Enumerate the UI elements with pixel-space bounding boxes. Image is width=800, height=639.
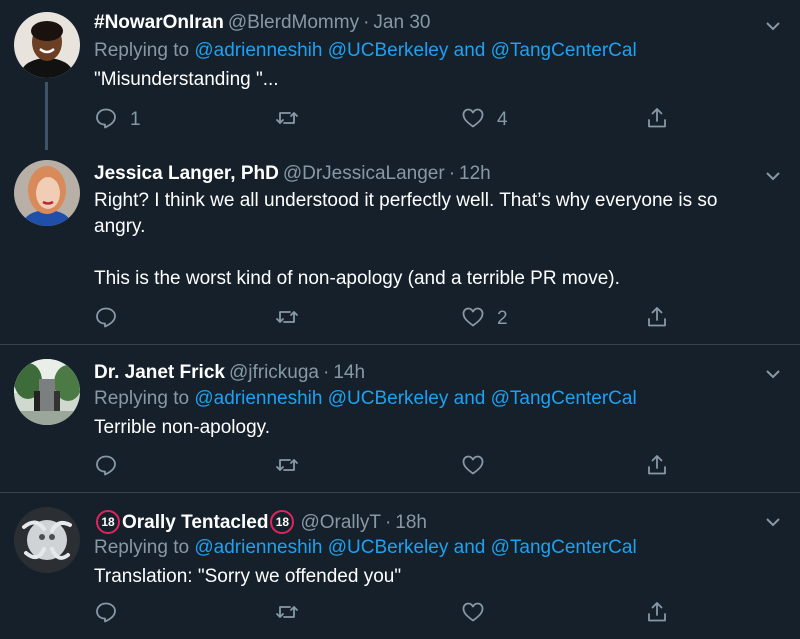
tweet-text: Terrible non-apology. (94, 417, 271, 438)
replying-label: Replying to (94, 388, 190, 409)
tweet-header: Dr. Janet Frick @jfrickuga · 14h (94, 362, 365, 384)
mention-link[interactable]: @UCBerkeley (328, 40, 449, 61)
display-name[interactable]: #NowarOnIran (94, 12, 224, 33)
display-name[interactable]: Dr. Janet Frick (94, 362, 225, 383)
separator: · (363, 12, 370, 33)
reply-icon (94, 305, 118, 334)
mention-link[interactable]: @TangCenterCal (491, 537, 637, 558)
chevron-down-icon[interactable] (764, 17, 782, 35)
tweet[interactable]: Dr. Janet Frick @jfrickuga · 14h Replying t… (0, 345, 800, 492)
chevron-down-icon[interactable] (764, 513, 782, 531)
timestamp[interactable]: Jan 30 (373, 12, 430, 33)
mention-link[interactable]: @UCBerkeley (328, 388, 449, 409)
replying-to: Replying to @adrienneshih @UCBerkeley an… (94, 40, 637, 62)
share-button[interactable] (645, 454, 669, 480)
tweet-header: #NowarOnIran @BlerdMommy · Jan 30 (94, 12, 430, 34)
reply-button[interactable] (94, 601, 118, 627)
retweet-icon (275, 453, 299, 482)
tweet-actions (94, 454, 694, 480)
share-icon (645, 453, 669, 482)
reply-button[interactable] (94, 306, 118, 332)
retweet-button[interactable] (275, 601, 299, 627)
heart-icon (461, 453, 485, 482)
user-handle[interactable]: @jfrickuga (229, 362, 319, 383)
age-badge-icon: 18 (96, 510, 120, 534)
tweet[interactable]: 18 Orally Tentacled 18 @OrallyT · 18h Replyin… (0, 493, 800, 639)
user-handle[interactable]: @OrallyT (300, 512, 381, 533)
share-icon (645, 305, 669, 334)
tweet-feed: #NowarOnIran @BlerdMommy · Jan 30 Replying … (0, 0, 800, 639)
timestamp[interactable]: 12h (459, 163, 491, 184)
thread-line (45, 82, 48, 150)
share-icon (645, 600, 669, 629)
timestamp[interactable]: 18h (395, 512, 427, 533)
chevron-down-icon[interactable] (764, 167, 782, 185)
tweet-text: Translation: "Sorry we offended you" (94, 566, 402, 587)
mention-and: and (453, 40, 486, 61)
like-count: 4 (497, 109, 508, 130)
reply-icon (94, 600, 118, 629)
share-button[interactable] (645, 107, 669, 133)
retweet-button[interactable] (275, 454, 299, 480)
share-button[interactable] (645, 306, 669, 332)
heart-icon (461, 600, 485, 629)
user-handle[interactable]: @DrJessicaLanger (283, 163, 445, 184)
share-icon (645, 106, 669, 135)
retweet-button[interactable] (275, 306, 299, 332)
avatar[interactable] (14, 359, 80, 425)
display-name[interactable]: Orally Tentacled (122, 512, 268, 533)
chevron-down-icon[interactable] (764, 365, 782, 383)
like-button[interactable] (461, 454, 485, 480)
user-handle[interactable]: @BlerdMommy (228, 12, 359, 33)
reply-count: 1 (130, 109, 141, 130)
replying-to: Replying to @adrienneshih @UCBerkeley an… (94, 537, 637, 559)
avatar[interactable] (14, 12, 80, 78)
mention-link[interactable]: @adrienneshih (194, 40, 322, 61)
replying-label: Replying to (94, 537, 190, 558)
separator: · (323, 362, 330, 383)
tweet-header: Jessica Langer, PhD @DrJessicaLanger · 12h (94, 163, 491, 185)
like-button[interactable]: 4 (461, 107, 508, 133)
timestamp[interactable]: 14h (333, 362, 365, 383)
heart-icon (461, 305, 485, 334)
retweet-button[interactable] (275, 107, 299, 133)
tweet-actions: 1 4 (94, 107, 694, 133)
mention-link[interactable]: @UCBerkeley (328, 537, 449, 558)
like-count: 2 (497, 308, 508, 329)
mention-link[interactable]: @adrienneshih (194, 537, 322, 558)
like-button[interactable] (461, 601, 485, 627)
replying-to: Replying to @adrienneshih @UCBerkeley an… (94, 388, 637, 410)
tweet-actions: 2 (94, 306, 694, 332)
tweet-text: Right? I think we all understood it perf… (94, 190, 718, 237)
separator: · (448, 163, 456, 184)
separator: · (384, 512, 392, 533)
reply-icon (94, 106, 118, 135)
tweet[interactable]: #NowarOnIran @BlerdMommy · Jan 30 Replying … (0, 0, 800, 150)
retweet-icon (275, 600, 299, 629)
replying-label: Replying to (94, 40, 190, 61)
mention-and: and (453, 537, 486, 558)
tweet-actions (94, 601, 694, 627)
mention-link[interactable]: @adrienneshih (194, 388, 322, 409)
reply-icon (94, 453, 118, 482)
display-name[interactable]: Jessica Langer, PhD (94, 163, 279, 184)
mention-and: and (453, 388, 486, 409)
share-button[interactable] (645, 601, 669, 627)
mention-link[interactable]: @TangCenterCal (491, 40, 637, 61)
tweet-text: This is the worst kind of non-apology (a… (94, 268, 620, 289)
mention-link[interactable]: @TangCenterCal (491, 388, 637, 409)
tweet-text: "Misunderstanding "... (94, 69, 279, 90)
retweet-icon (275, 305, 299, 334)
like-button[interactable]: 2 (461, 306, 508, 332)
avatar[interactable] (14, 160, 80, 226)
heart-icon (461, 106, 485, 135)
reply-button[interactable] (94, 454, 118, 480)
tweet-header: 18 Orally Tentacled 18 @OrallyT · 18h (94, 510, 427, 534)
age-badge-icon: 18 (270, 510, 295, 534)
avatar[interactable] (14, 507, 80, 573)
retweet-icon (275, 106, 299, 135)
reply-button[interactable]: 1 (94, 107, 141, 133)
tweet[interactable]: Jessica Langer, PhD @DrJessicaLanger · 12h … (0, 150, 800, 344)
